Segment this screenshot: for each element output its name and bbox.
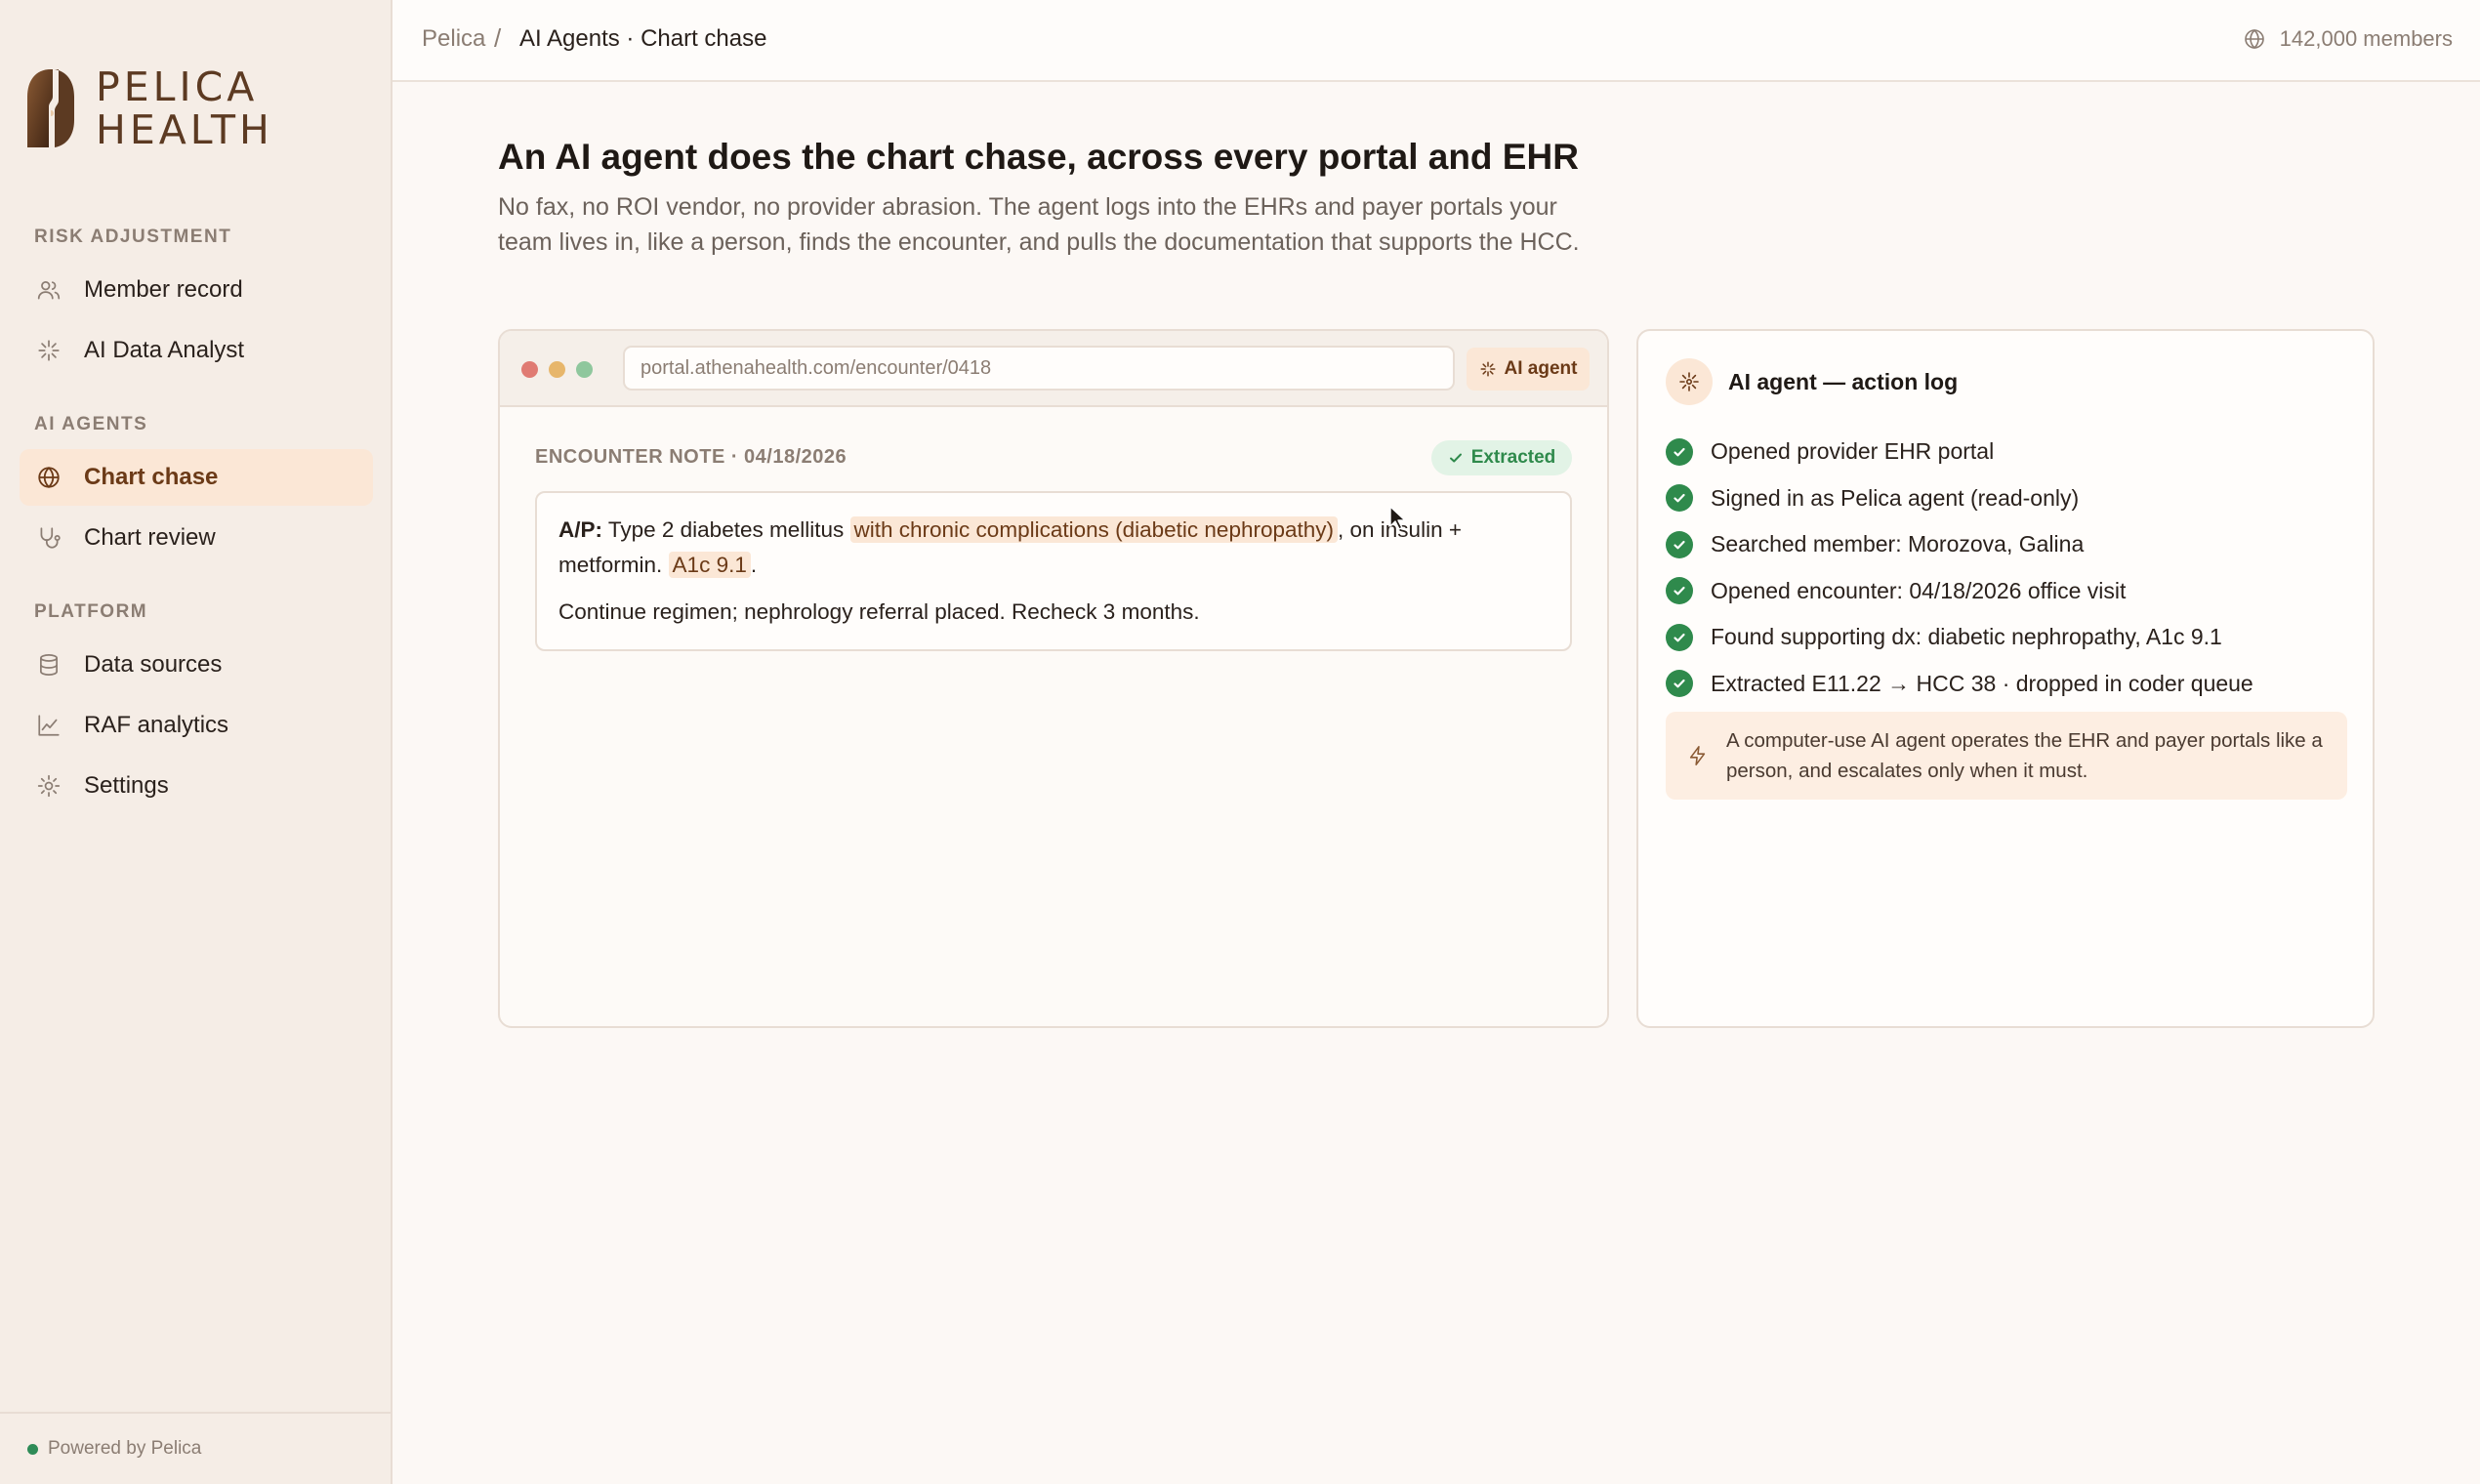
pelica-logo[interactable]: PELICA HEALTH [25, 64, 273, 152]
period-text: . [750, 553, 758, 577]
status-dot-icon [27, 1443, 38, 1455]
sidebar: PELICA HEALTH RISK ADJUSTMENT Member rec… [0, 0, 393, 1484]
sidebar-item-label: Member record [84, 276, 243, 303]
database-icon [35, 651, 62, 679]
mouse-cursor-icon [1389, 506, 1406, 530]
extracted-label: Extracted [1470, 447, 1556, 468]
page-subtitle: No fax, no ROI vendor, no provider abras… [498, 193, 1580, 256]
powered-by-label: Powered by Pelica [48, 1438, 202, 1459]
ai-agent-label: AI agent [1504, 358, 1578, 379]
browser-toolbar: portal.athenahealth.com/encounter/0418 A… [500, 331, 1607, 407]
sidebar-item-label: Settings [84, 772, 169, 799]
lightning-icon [1689, 746, 1706, 765]
sidebar-item-settings[interactable]: Settings [20, 758, 373, 814]
globe-icon [2244, 28, 2264, 50]
encounter-note-header: ENCOUNTER NOTE · 04/18/2026 [535, 446, 847, 468]
check-circle-icon [1666, 670, 1693, 698]
page-title: An AI agent does the chart chase, across… [498, 137, 1579, 177]
log-item-text: Opened provider EHR portal [1711, 438, 1995, 465]
sidebar-item-label: Chart chase [84, 464, 219, 490]
members-count: 142,000 members [2243, 26, 2453, 52]
agent-browser-window: portal.athenahealth.com/encounter/0418 A… [498, 329, 1609, 1028]
check-circle-icon [1666, 437, 1693, 466]
diagnosis-text: Type 2 diabetes mellitus [607, 517, 845, 542]
action-log-list: Opened provider EHR portal Signed in as … [1666, 429, 2253, 707]
window-close-dot[interactable] [521, 361, 538, 378]
brand-wordmark: PELICA HEALTH [96, 65, 273, 151]
powered-by-footer: Powered by Pelica [0, 1412, 393, 1484]
check-circle-icon [1666, 577, 1693, 605]
ai-agent-badge: AI agent [1467, 348, 1590, 391]
gear-icon [35, 772, 62, 800]
check-circle-icon [1666, 484, 1693, 513]
action-log-title: AI agent — action log [1728, 368, 1959, 394]
window-maximize-dot[interactable] [576, 361, 593, 378]
ap-label: A/P: [558, 517, 602, 542]
check-circle-icon [1666, 623, 1693, 651]
breadcrumb-root[interactable]: Pelica [422, 25, 485, 53]
check-circle-icon [1666, 530, 1693, 558]
sparkle-icon [35, 337, 62, 364]
sparkle-icon [1480, 361, 1496, 377]
action-log-header: AI agent — action log [1666, 358, 1958, 405]
window-minimize-dot[interactable] [549, 361, 565, 378]
log-item: Extracted E11.22 → HCC 38 · dropped in c… [1666, 661, 2253, 708]
medication-text-2: metformin. [558, 553, 663, 577]
section-label-platform: PLATFORM [34, 601, 148, 622]
sidebar-item-data-sources[interactable]: Data sources [20, 637, 373, 693]
section-label-risk-adjustment: RISK ADJUSTMENT [34, 227, 232, 247]
log-item: Opened encounter: 04/18/2026 office visi… [1666, 568, 2253, 615]
highlight-complications: with chronic complications (diabetic nep… [849, 516, 1339, 543]
pelica-logo-icon [27, 69, 74, 147]
sidebar-item-chart-chase[interactable]: Chart chase [20, 449, 373, 506]
brand-line-2: HEALTH [96, 106, 273, 153]
log-item-text: Extracted E11.22 → HCC 38 · dropped in c… [1711, 670, 2253, 696]
brand-line-1: PELICA [96, 63, 259, 110]
log-item: Signed in as Pelica agent (read-only) [1666, 475, 2253, 522]
breadcrumb-current: AI Agents · Chart chase [519, 25, 767, 52]
sidebar-item-raf-analytics[interactable]: RAF analytics [20, 697, 373, 754]
sidebar-item-label: Data sources [84, 651, 223, 678]
sidebar-item-chart-review[interactable]: Chart review [20, 510, 373, 566]
encounter-note-card: A/P: Type 2 diabetes mellitus with chron… [535, 491, 1572, 651]
url-bar[interactable]: portal.athenahealth.com/encounter/0418 [623, 346, 1455, 391]
section-label-ai-agents: AI AGENTS [34, 414, 148, 434]
log-item-text: Found supporting dx: diabetic nephropath… [1711, 624, 2222, 650]
plan-text: Continue regimen; nephrology referral pl… [558, 599, 1200, 624]
log-item-text: Signed in as Pelica agent (read-only) [1711, 484, 2080, 511]
sidebar-item-label: AI Data Analyst [84, 337, 245, 363]
stethoscope-icon [35, 524, 62, 552]
breadcrumb-separator: / [494, 23, 502, 53]
highlight-a1c: A1c 9.1 [668, 552, 751, 578]
agent-info-callout: A computer-use AI agent operates the EHR… [1666, 712, 2347, 800]
log-item: Searched member: Morozova, Galina [1666, 521, 2253, 568]
action-log-panel: AI agent — action log Opened provider EH… [1636, 329, 2375, 1028]
globe-icon [35, 464, 62, 491]
log-item: Opened provider EHR portal [1666, 429, 2253, 475]
callout-text: A computer-use AI agent operates the EHR… [1726, 729, 2323, 782]
members-label: 142,000 members [2279, 26, 2453, 51]
line-chart-icon [35, 712, 62, 739]
check-icon [1449, 453, 1462, 463]
top-bar: Pelica / AI Agents · Chart chase 142,000… [393, 0, 2480, 82]
sparkle-icon [1666, 358, 1713, 405]
sidebar-item-label: RAF analytics [84, 712, 229, 738]
extracted-status-badge: Extracted [1431, 440, 1572, 475]
log-item-text: Opened encounter: 04/18/2026 office visi… [1711, 577, 2127, 603]
sidebar-item-ai-data-analyst[interactable]: AI Data Analyst [20, 322, 373, 379]
users-icon [35, 276, 62, 304]
sidebar-item-label: Chart review [84, 524, 216, 551]
sidebar-item-member-record[interactable]: Member record [20, 262, 373, 318]
log-item: Found supporting dx: diabetic nephropath… [1666, 614, 2253, 661]
log-item-text: Searched member: Morozova, Galina [1711, 531, 2085, 557]
